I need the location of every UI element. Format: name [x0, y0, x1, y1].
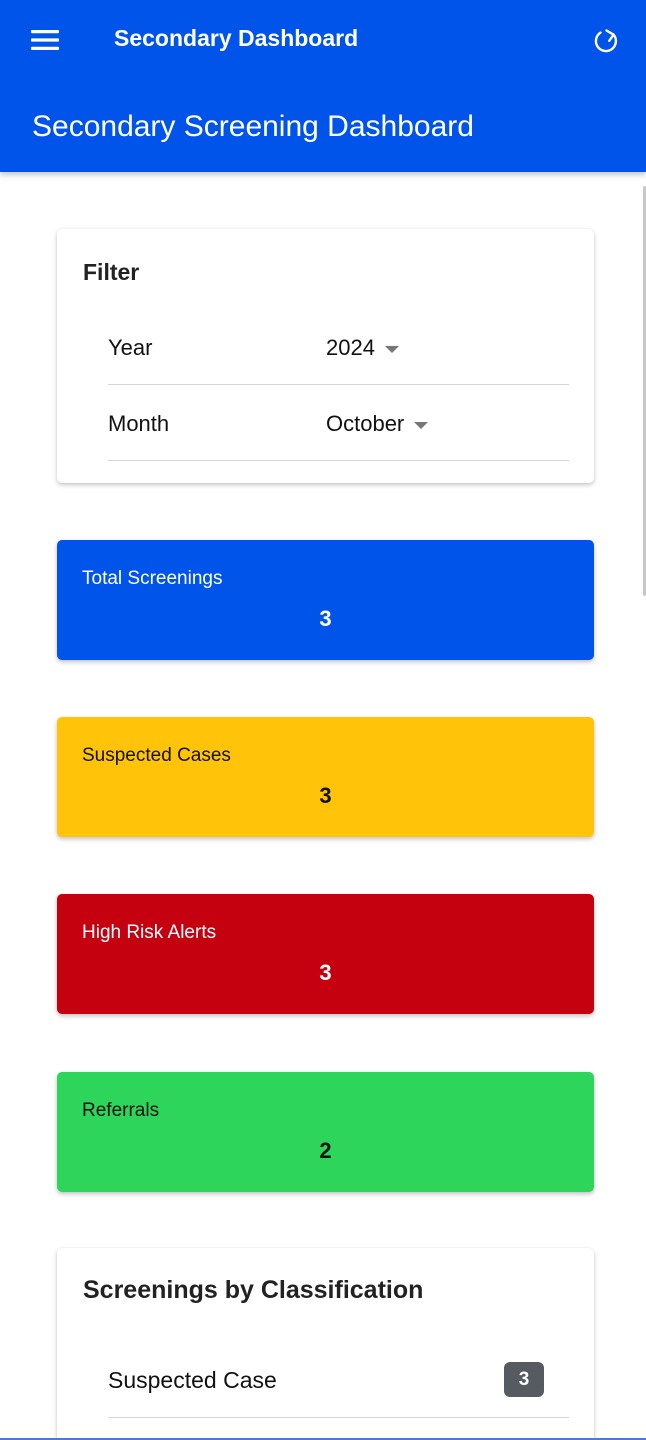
count-badge: 3 — [504, 1362, 544, 1397]
stat-value: 3 — [319, 783, 332, 808]
year-label: Year — [108, 335, 153, 360]
total-screenings-card[interactable]: Total Screenings 3 — [57, 540, 594, 660]
page-title: Secondary Screening Dashboard — [32, 110, 474, 143]
app-screen: Secondary Dashboard Secondary Screening … — [0, 0, 646, 1440]
chevron-down-icon — [384, 345, 399, 353]
stat-value: 3 — [319, 960, 332, 985]
menu-button[interactable] — [24, 22, 66, 58]
year-select[interactable]: 2024 — [326, 335, 399, 361]
month-filter-row: Month October — [108, 385, 569, 461]
year-value: 2024 — [326, 335, 375, 360]
stat-label: Suspected Cases — [82, 745, 231, 766]
month-label: Month — [108, 411, 170, 436]
stat-value: 2 — [319, 1138, 332, 1163]
list-item[interactable]: Suspected Case 3 — [108, 1342, 569, 1418]
toolbar-title: Secondary Dashboard — [114, 25, 359, 51]
stat-label: Total Screenings — [82, 568, 223, 589]
filter-card: Filter Year 2024 Month October — [57, 229, 594, 483]
year-filter-row: Year 2024 — [108, 309, 569, 385]
classification-card: Screenings by Classification Suspected C… — [57, 1248, 594, 1440]
stat-value: 3 — [319, 606, 332, 631]
refresh-button[interactable] — [586, 22, 626, 60]
refresh-icon — [591, 26, 621, 56]
month-value: October — [326, 411, 405, 436]
suspected-cases-card[interactable]: Suspected Cases 3 — [57, 717, 594, 837]
referrals-card[interactable]: Referrals 2 — [57, 1072, 594, 1192]
app-toolbar: Secondary Dashboard — [0, 0, 646, 80]
stat-label: High Risk Alerts — [82, 922, 217, 943]
filter-title: Filter — [83, 259, 140, 285]
high-risk-alerts-card[interactable]: High Risk Alerts 3 — [57, 894, 594, 1014]
classification-label: Suspected Case — [108, 1367, 277, 1393]
classification-title: Screenings by Classification — [83, 1276, 424, 1304]
chevron-down-icon — [414, 421, 429, 429]
stat-label: Referrals — [82, 1100, 160, 1121]
page-header: Secondary Screening Dashboard — [0, 80, 646, 172]
menu-icon — [29, 28, 61, 52]
month-select[interactable]: October — [326, 411, 429, 437]
